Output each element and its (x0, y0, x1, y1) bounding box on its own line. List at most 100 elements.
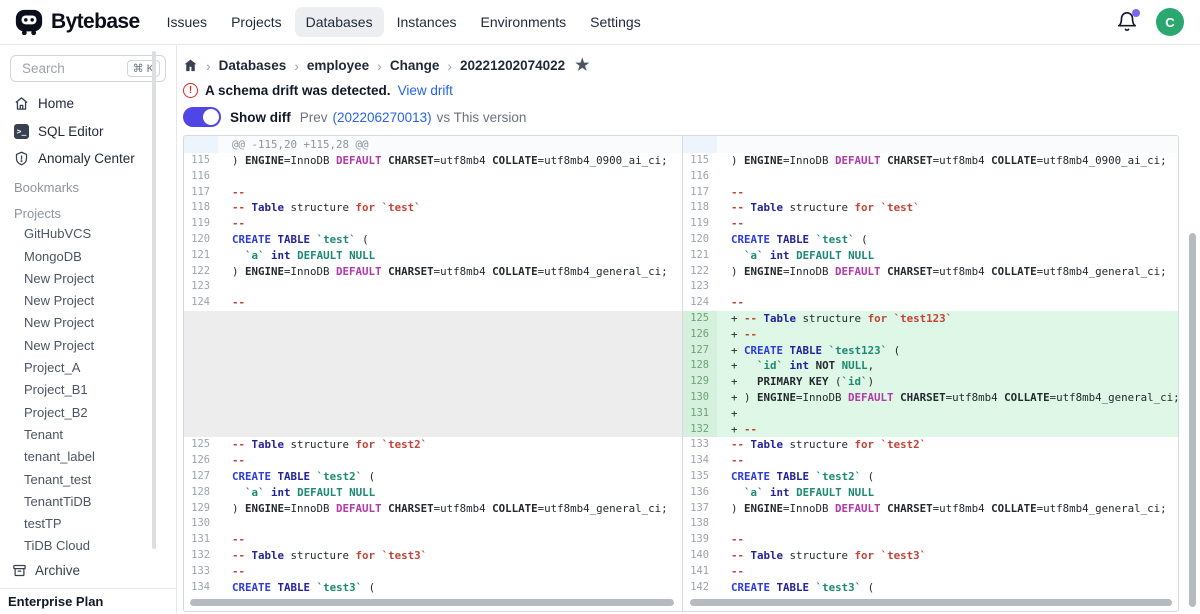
breadcrumb-item-change[interactable]: Change (390, 58, 440, 73)
sidebar-item-project-tidb-cloud[interactable]: TiDB Cloud (0, 535, 176, 557)
search-box[interactable]: ⌘ K (10, 55, 166, 82)
sidebar-item-project-new-project[interactable]: New Project (0, 290, 176, 312)
code-token: structure (284, 549, 356, 562)
code-line: `a` int DEFAULT NULL (717, 248, 1178, 264)
code-token: CHARSET (887, 265, 933, 278)
sidebar-item-project-new-project[interactable]: New Project (0, 268, 176, 290)
breadcrumb-home-icon[interactable] (183, 58, 198, 73)
line-number: 134 (184, 580, 218, 596)
diff-line: 115) ENGINE=InnoDB DEFAULT CHARSET=utf8m… (184, 153, 682, 169)
sidebar-item-project-githubvcs[interactable]: GitHubVCS (0, 223, 176, 245)
diff-pane-left[interactable]: @@ -115,20 +115,28 @@115) ENGINE=InnoDB … (184, 136, 682, 611)
diff-line: 136 `a` int DEFAULT NULL (683, 485, 1178, 501)
sidebar-item-project-testtp[interactable]: testTP (0, 513, 176, 535)
brand-name: Bytebase (51, 10, 140, 34)
code-token: -- (731, 454, 744, 467)
show-diff-toggle[interactable] (183, 107, 221, 127)
code-token: DEFAULT (336, 502, 382, 515)
line-number: 122 (683, 264, 717, 280)
sidebar-item-project-project-b2[interactable]: Project_B2 (0, 402, 176, 424)
diff-line: 120CREATE TABLE `test` ( (683, 232, 1178, 248)
code-token: TABLE (278, 233, 311, 246)
bytebase-logo[interactable]: Bytebase (14, 7, 140, 37)
sidebar-item-project-project-b1[interactable]: Project_B1 (0, 379, 176, 401)
diff-line: 134CREATE TABLE `test3` ( (184, 580, 682, 596)
sidebar-item-project-mongodb[interactable]: MongoDB (0, 246, 176, 268)
code-token: =utf8mb4 (946, 391, 1005, 404)
breadcrumb-item-databases[interactable]: Databases (219, 58, 287, 73)
diff-pane-right[interactable]: 115) ENGINE=InnoDB DEFAULT CHARSET=utf8m… (682, 136, 1178, 611)
code-token: CREATE (744, 344, 783, 357)
sidebar-item-project-tenant-test[interactable]: Tenant_test (0, 469, 176, 491)
nav-item-settings[interactable]: Settings (579, 7, 652, 37)
avatar[interactable]: C (1156, 8, 1184, 36)
sidebar-item-sql-editor[interactable]: >_ SQL Editor (0, 118, 176, 145)
search-input[interactable] (20, 60, 98, 77)
nav-item-issues[interactable]: Issues (156, 7, 218, 37)
code-line: -- Table structure for `test2` (218, 437, 682, 453)
sidebar-item-project-project-a[interactable]: Project_A (0, 357, 176, 379)
bookmark-star-icon[interactable]: ★ (575, 58, 589, 74)
code-token: ) (232, 502, 245, 515)
sidebar-item-anomaly-center[interactable]: Anomaly Center (0, 145, 176, 172)
notification-bell-icon[interactable] (1116, 11, 1138, 33)
sidebar-item-archive[interactable]: Archive (0, 558, 176, 583)
code-token: `test` (881, 201, 920, 214)
line-number: 128 (683, 358, 717, 374)
code-token: -- (232, 217, 245, 230)
page-scrollbar[interactable] (1189, 233, 1196, 607)
code-token: TABLE (278, 581, 311, 594)
code-token: `test123` (894, 312, 953, 325)
code-token: + ) (731, 391, 757, 404)
code-token: structure (796, 312, 868, 325)
nav-item-instances[interactable]: Instances (386, 7, 468, 37)
code-token: `test3` (382, 549, 428, 562)
app-header: Bytebase IssuesProjectsDatabasesInstance… (0, 0, 1200, 45)
code-token: NULL (848, 486, 874, 499)
line-number: 118 (184, 200, 218, 216)
sidebar-item-project-new-project[interactable]: New Project (0, 312, 176, 334)
sidebar-item-project-new-project[interactable]: New Project (0, 335, 176, 357)
code-token: ENGINE (744, 502, 783, 515)
breadcrumb-item-20221202074022[interactable]: 20221202074022 (460, 58, 565, 73)
code-token: -- (232, 549, 252, 562)
line-number (184, 327, 218, 343)
diff-line: 133-- (184, 564, 682, 580)
code-token: int (770, 486, 790, 499)
sidebar-item-project-tenant[interactable]: Tenant (0, 424, 176, 446)
code-token: =utf8mb4_general_ci; (1050, 391, 1178, 404)
header-right: C (1116, 8, 1184, 36)
line-number: 119 (683, 216, 717, 232)
code-token: + (731, 359, 757, 372)
diff-line: 116 (184, 169, 682, 185)
sidebar-item-home[interactable]: Home (0, 90, 176, 117)
code-token: PRIMARY KEY (757, 375, 829, 388)
nav-item-environments[interactable]: Environments (470, 7, 578, 37)
nav-item-projects[interactable]: Projects (220, 7, 293, 37)
code-line (717, 516, 1178, 532)
horizontal-scrollbar-right[interactable] (690, 599, 1172, 606)
nav-item-databases[interactable]: Databases (295, 7, 384, 37)
sidebar-item-project-tenant-label[interactable]: tenant_label (0, 446, 176, 468)
code-token: for (855, 549, 875, 562)
line-number (184, 390, 218, 406)
layout: ⌘ K Home >_ SQL Editor Anomaly Center Bo… (0, 45, 1200, 613)
code-token: CHARSET (887, 502, 933, 515)
diff-line: 141-- (683, 564, 1178, 580)
diff-line: 117-- (683, 185, 1178, 201)
code-token: `test` (816, 233, 855, 246)
code-token: COLLATE (991, 502, 1037, 515)
sidebar-scrollbar[interactable] (152, 51, 156, 549)
code-line: CREATE TABLE `test` ( (717, 232, 1178, 248)
prev-version-link[interactable]: (202206270013) (333, 110, 432, 125)
breadcrumb-item-employee[interactable]: employee (307, 58, 369, 73)
view-drift-link[interactable]: View drift (398, 83, 453, 98)
code-token: DEFAULT (796, 486, 842, 499)
code-line: -- (218, 185, 682, 201)
code-token: `test2` (317, 470, 363, 483)
diff-line: 128+ `id` int NOT NULL, (683, 358, 1178, 374)
show-diff-label: Show diff (230, 110, 291, 125)
code-token: -- (232, 454, 245, 467)
horizontal-scrollbar-left[interactable] (190, 599, 674, 606)
sidebar-item-project-tenanttidb[interactable]: TenantTiDB (0, 491, 176, 513)
